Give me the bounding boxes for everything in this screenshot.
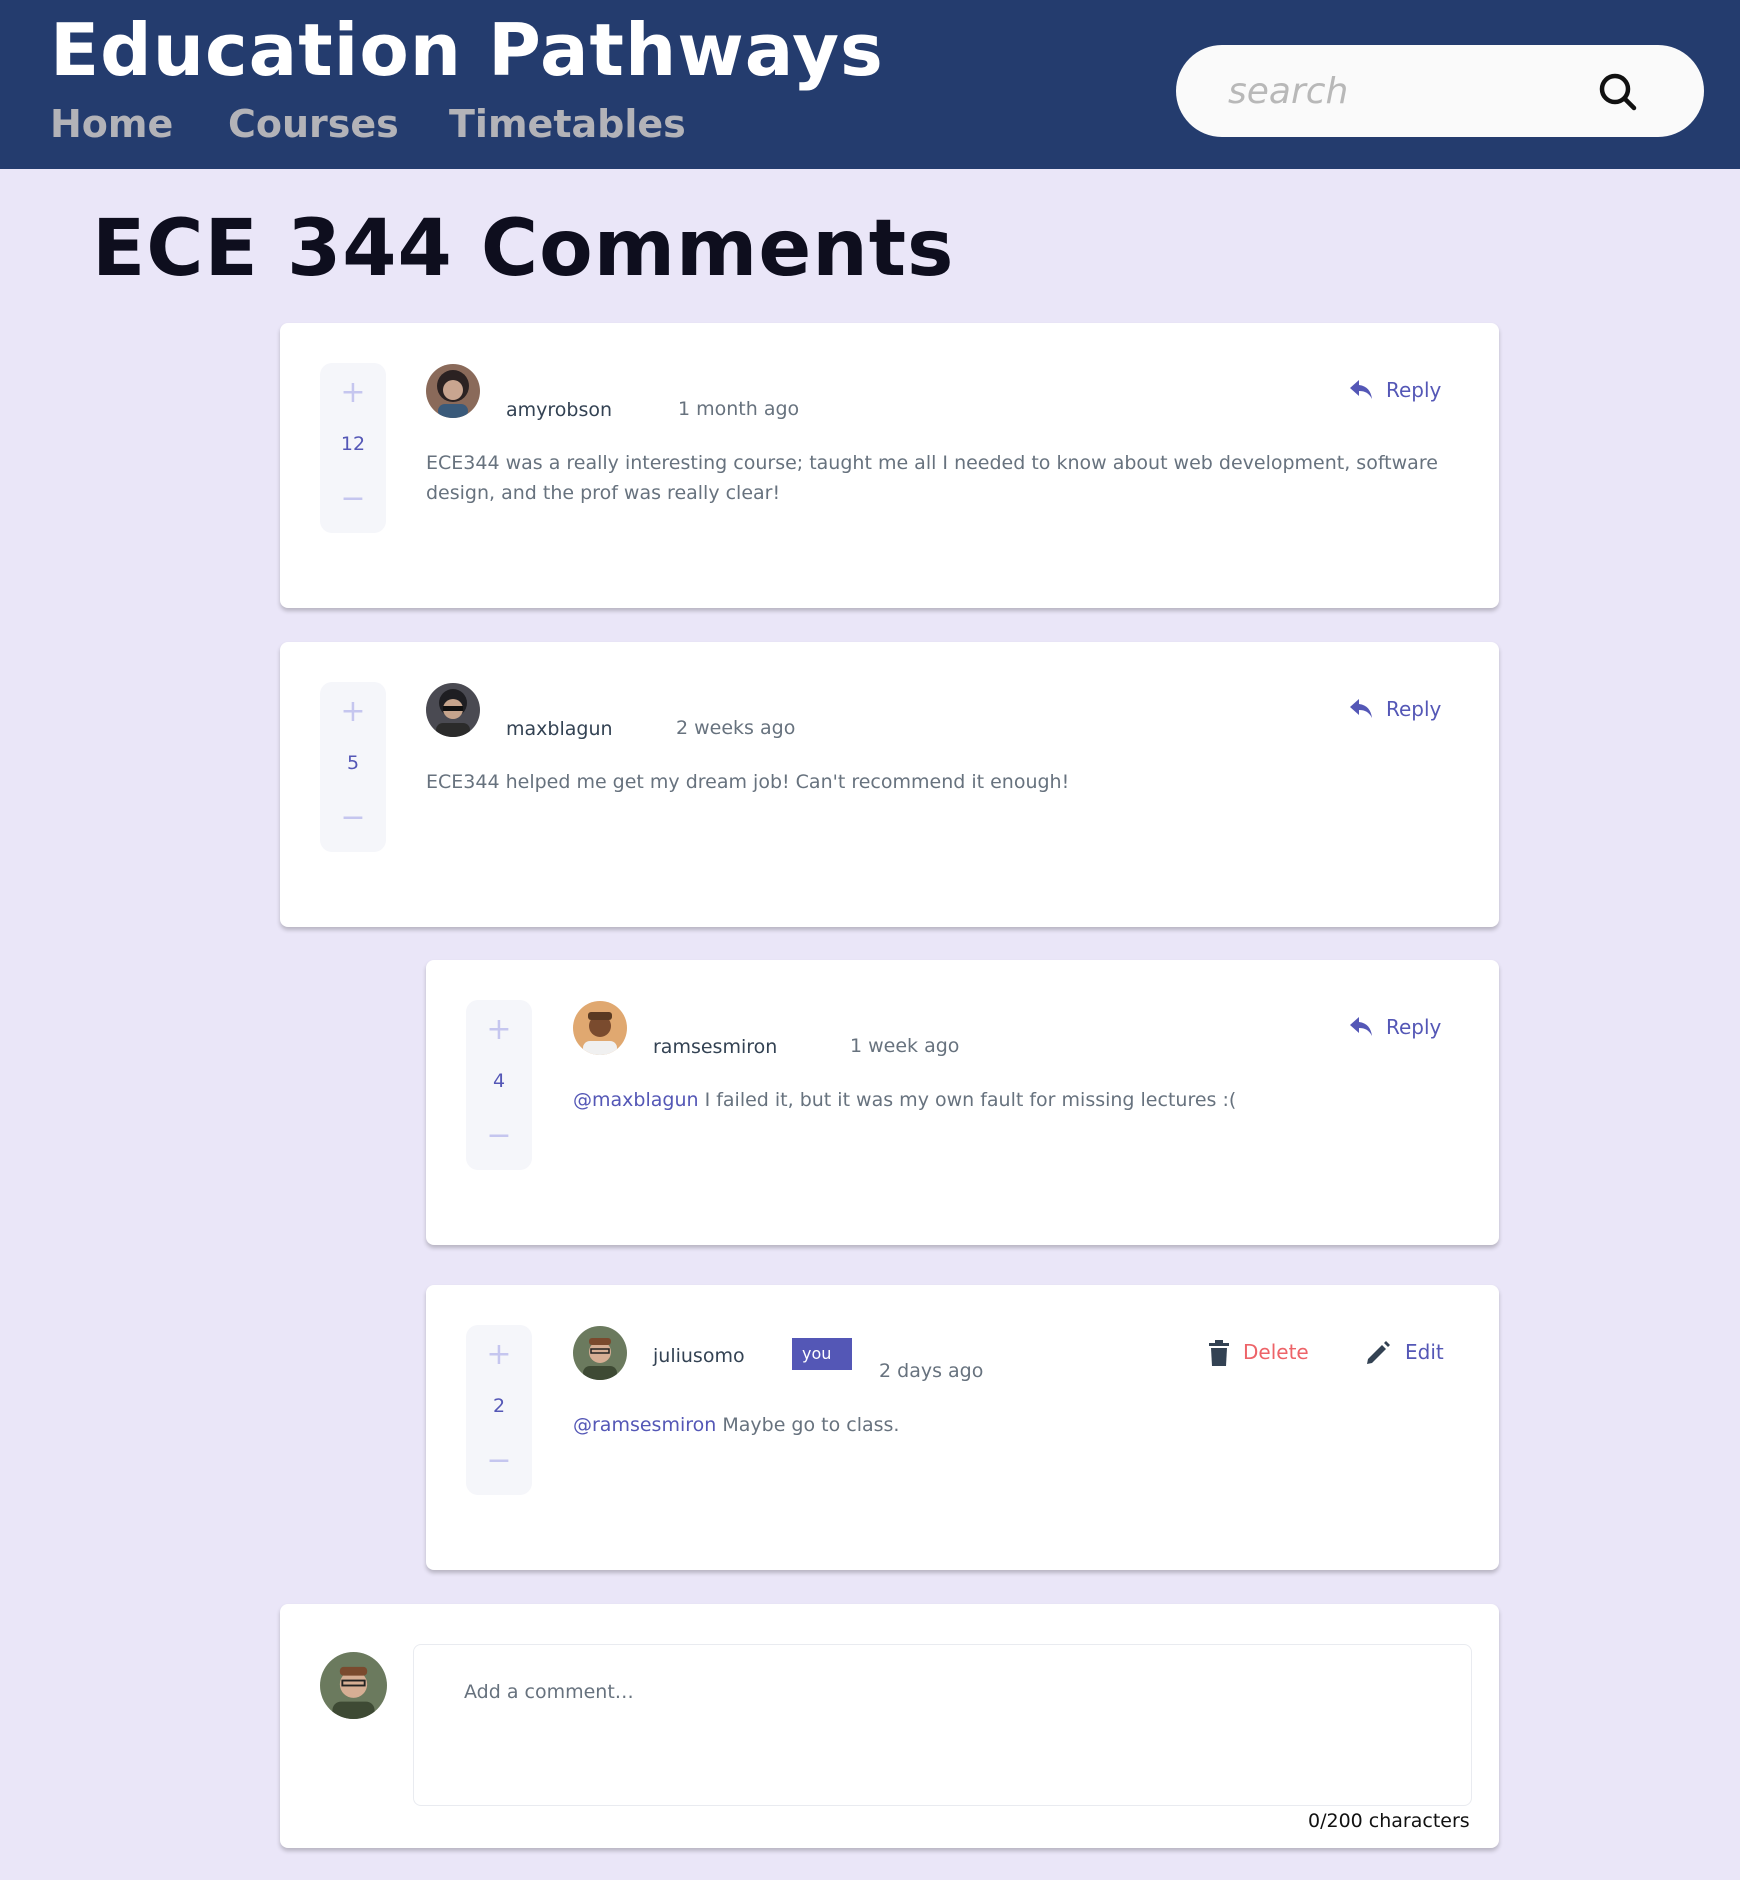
vote-score: 2 xyxy=(492,1395,506,1417)
comment-username[interactable]: ramsesmiron xyxy=(653,1036,777,1058)
comment-text: @maxblagun I failed it, but it was my ow… xyxy=(573,1085,1453,1115)
reply-label: Reply xyxy=(1386,378,1442,402)
comment-timestamp: 2 weeks ago xyxy=(676,717,796,739)
minus-icon[interactable]: − xyxy=(466,1441,532,1481)
minus-icon[interactable]: − xyxy=(320,479,386,519)
reply-label: Reply xyxy=(1386,1015,1442,1039)
comment-textarea[interactable] xyxy=(413,1644,1472,1806)
avatar-shirt xyxy=(583,1366,617,1380)
nav-timetables[interactable]: Timetables xyxy=(449,102,686,146)
avatar[interactable] xyxy=(426,364,480,418)
vote-score: 5 xyxy=(346,752,360,774)
plus-icon[interactable]: + xyxy=(320,373,386,413)
add-comment-card: 0/200 characters xyxy=(280,1604,1499,1848)
reply-icon xyxy=(1350,1017,1372,1036)
plus-icon[interactable]: + xyxy=(466,1010,532,1050)
site-title[interactable]: Education Pathways xyxy=(50,8,884,92)
comment-timestamp: 2 days ago xyxy=(879,1360,984,1382)
reply-button[interactable]: Reply xyxy=(1348,378,1448,408)
reply-label: Reply xyxy=(1386,697,1442,721)
reply-button[interactable]: Reply xyxy=(1348,697,1448,727)
search-icon[interactable] xyxy=(1596,70,1640,114)
avatar[interactable] xyxy=(426,683,480,737)
vote-widget: + 4 − xyxy=(466,1000,532,1170)
search-input[interactable] xyxy=(1228,61,1598,121)
nav-courses[interactable]: Courses xyxy=(228,102,399,146)
plus-icon[interactable]: + xyxy=(320,692,386,732)
comment-username[interactable]: maxblagun xyxy=(506,718,613,740)
reply-card: + 4 − ramsesmiron 1 week ago @maxblagun … xyxy=(426,960,1499,1245)
edit-icon xyxy=(1367,1341,1390,1364)
comment-text: @ramsesmiron Maybe go to class. xyxy=(573,1410,1453,1440)
reply-icon xyxy=(1350,380,1372,399)
vote-score: 12 xyxy=(340,433,366,455)
reply-button[interactable]: Reply xyxy=(1348,1015,1448,1045)
avatar-hair xyxy=(588,1012,612,1020)
edit-button[interactable]: Edit xyxy=(1365,1340,1445,1370)
vote-score: 4 xyxy=(492,1070,506,1092)
nav-home[interactable]: Home xyxy=(50,102,173,146)
minus-icon[interactable]: − xyxy=(466,1116,532,1156)
comment-card: + 12 − amyrobson 1 month ago ECE344 was … xyxy=(280,323,1499,608)
comment-card: + 5 − maxblagun 2 weeks ago ECE344 helpe… xyxy=(280,642,1499,927)
comment-body: Maybe go to class. xyxy=(716,1414,900,1436)
avatar[interactable] xyxy=(573,1326,627,1380)
comment-text: ECE344 was a really interesting course; … xyxy=(426,452,1438,504)
vote-widget: + 12 − xyxy=(320,363,386,533)
char-counter: 0/200 characters xyxy=(1308,1810,1470,1832)
vote-widget: + 5 − xyxy=(320,682,386,852)
plus-icon[interactable]: + xyxy=(466,1335,532,1375)
mention-link[interactable]: @ramsesmiron xyxy=(573,1414,716,1436)
reply-icon xyxy=(1350,699,1372,718)
comment-text: ECE344 helped me get my dream job! Can't… xyxy=(426,771,1070,793)
avatar[interactable] xyxy=(573,1001,627,1055)
top-navbar: Education Pathways Home Courses Timetabl… xyxy=(0,0,1740,169)
edit-label: Edit xyxy=(1405,1340,1444,1364)
comment-timestamp: 1 month ago xyxy=(678,398,800,420)
vote-widget: + 2 − xyxy=(466,1325,532,1495)
delete-label: Delete xyxy=(1243,1340,1309,1364)
page-title: ECE 344 Comments xyxy=(92,204,955,294)
mention-link[interactable]: @maxblagun xyxy=(573,1089,699,1111)
comment-username[interactable]: amyrobson xyxy=(506,399,612,421)
comment-body: I failed it, but it was my own fault for… xyxy=(698,1089,1237,1111)
current-user-avatar xyxy=(320,1652,387,1719)
comment-timestamp: 1 week ago xyxy=(850,1035,960,1057)
comment-username[interactable]: juliusomo xyxy=(653,1345,745,1367)
delete-button[interactable]: Delete xyxy=(1209,1340,1319,1370)
avatar-shirt xyxy=(332,1701,375,1719)
delete-icon xyxy=(1209,1340,1229,1366)
avatar-face xyxy=(443,380,463,400)
minus-icon[interactable]: − xyxy=(320,798,386,838)
you-badge: you xyxy=(792,1338,852,1370)
reply-card: + 2 − juliusomo you 2 days ago @ramsesmi… xyxy=(426,1285,1499,1570)
